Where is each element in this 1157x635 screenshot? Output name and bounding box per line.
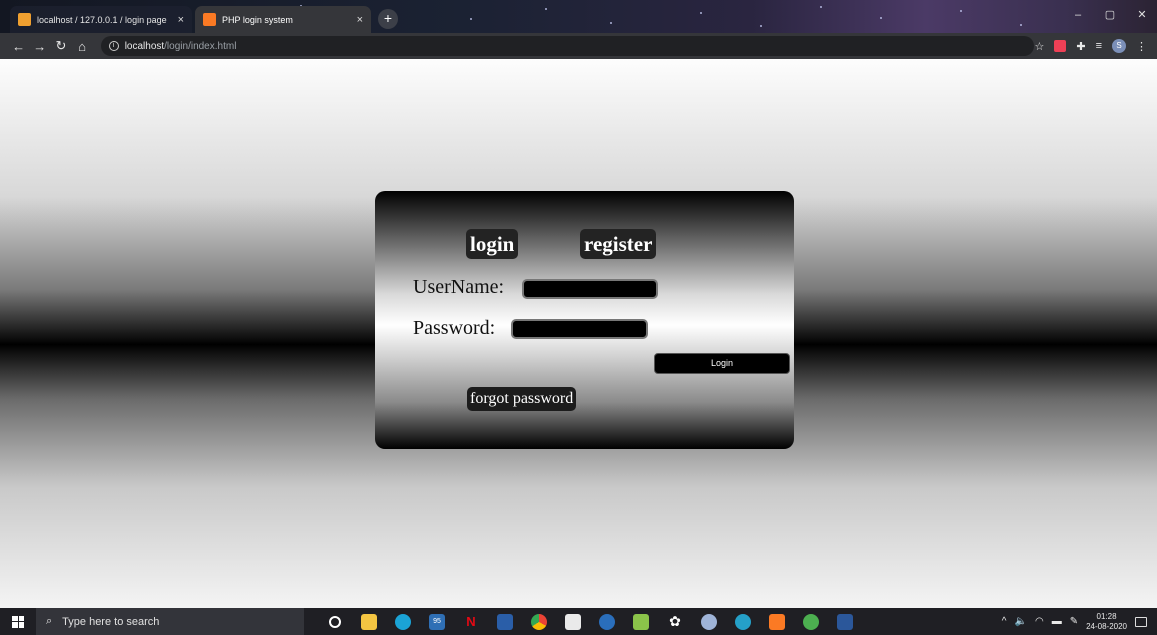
tab-title: localhost / 127.0.0.1 / login page	[37, 14, 167, 25]
volume-icon[interactable]: 🔈	[1015, 616, 1027, 627]
pen-icon[interactable]: ✎	[1070, 616, 1078, 627]
xampp-icon	[203, 13, 216, 26]
close-window-icon[interactable]: ✕	[1129, 6, 1155, 24]
tab-title: PHP login system	[222, 14, 293, 25]
menu-icon[interactable]: ⋮	[1136, 40, 1147, 53]
netflix-icon[interactable]: N	[454, 608, 488, 635]
restore-icon[interactable]: ▢	[1097, 6, 1123, 24]
address-bar[interactable]: i localhost/login/index.html	[100, 36, 1035, 56]
mail-icon[interactable]: 95	[420, 608, 454, 635]
prime-video-icon[interactable]	[488, 608, 522, 635]
forward-icon[interactable]: →	[29, 39, 50, 54]
settings-icon[interactable]: ✿	[658, 608, 692, 635]
start-button[interactable]	[0, 615, 36, 628]
close-tab-icon[interactable]: ×	[178, 14, 184, 26]
url-host: localhost	[124, 40, 165, 52]
extensions-icon[interactable]: ✚	[1076, 40, 1085, 53]
xampp-icon[interactable]	[760, 608, 794, 635]
password-label: Password:	[413, 317, 496, 339]
browser-icon[interactable]	[726, 608, 760, 635]
notification-icon[interactable]	[1135, 616, 1147, 627]
steam-icon[interactable]	[590, 608, 624, 635]
phpmyadmin-icon	[18, 13, 31, 26]
windows-icon	[12, 615, 24, 628]
clock-date: 24-08-2020	[1086, 621, 1127, 631]
windows-taskbar: ⌕ Type here to search 95 N ✿ ^ 🔈 ◠ ▬ ✎ 0…	[0, 608, 1157, 635]
taskbar-search-box[interactable]: ⌕ Type here to search	[36, 608, 304, 635]
info-icon[interactable]: i	[108, 41, 119, 51]
clock[interactable]: 01:28 24-08-2020	[1086, 612, 1127, 632]
forgot-password-button[interactable]: forgot password	[467, 387, 577, 411]
bookmark-star-icon[interactable]: ☆	[1034, 40, 1044, 53]
app-green-icon[interactable]	[794, 608, 828, 635]
file-explorer-icon[interactable]	[352, 608, 386, 635]
clock-time: 01:28	[1096, 611, 1117, 621]
pocket-icon[interactable]	[1054, 40, 1067, 52]
home-icon[interactable]: ⌂	[72, 39, 93, 54]
password-field[interactable]	[511, 319, 648, 339]
search-placeholder: Type here to search	[62, 615, 160, 628]
wifi-icon[interactable]: ◠	[1035, 616, 1044, 627]
browser-toolbar: ← → ↻ ⌂ i localhost/login/index.html ☆ ✚…	[0, 33, 1157, 59]
register-tab-button[interactable]: register	[580, 229, 657, 259]
minimize-icon[interactable]: –	[1065, 6, 1091, 24]
login-tab-button[interactable]: login	[466, 229, 519, 259]
edge-icon[interactable]	[386, 608, 420, 635]
close-tab-icon[interactable]: ×	[357, 14, 363, 26]
avatar[interactable]: S	[1112, 39, 1126, 53]
url-path: /login/index.html	[164, 40, 237, 52]
reload-icon[interactable]: ↻	[50, 38, 71, 54]
username-field[interactable]	[522, 279, 658, 299]
tab-phpmyadmin[interactable]: localhost / 127.0.0.1 / login page ×	[10, 6, 192, 33]
login-submit-button[interactable]: Login	[654, 353, 790, 374]
reading-list-icon[interactable]: ≡	[1096, 40, 1102, 52]
username-label: UserName:	[413, 276, 505, 298]
store-icon[interactable]	[556, 608, 590, 635]
cortana-icon[interactable]	[318, 608, 352, 635]
tab-php-login-system[interactable]: PHP login system ×	[195, 6, 371, 33]
back-icon[interactable]: ←	[8, 39, 29, 54]
browser-tab-bar: localhost / 127.0.0.1 / login page × PHP…	[0, 0, 1157, 33]
word-icon[interactable]	[828, 608, 862, 635]
battery-icon[interactable]: ▬	[1052, 616, 1062, 627]
chrome-icon[interactable]	[522, 608, 556, 635]
search-icon: ⌕	[46, 615, 53, 627]
app-icon[interactable]	[692, 608, 726, 635]
chevron-up-icon[interactable]: ^	[1002, 616, 1007, 627]
notepad-plus-icon[interactable]	[624, 608, 658, 635]
login-card: login register UserName: Password: Login…	[375, 191, 794, 449]
new-tab-button[interactable]: +	[378, 9, 398, 29]
page-background: login register UserName: Password: Login…	[0, 59, 1157, 608]
